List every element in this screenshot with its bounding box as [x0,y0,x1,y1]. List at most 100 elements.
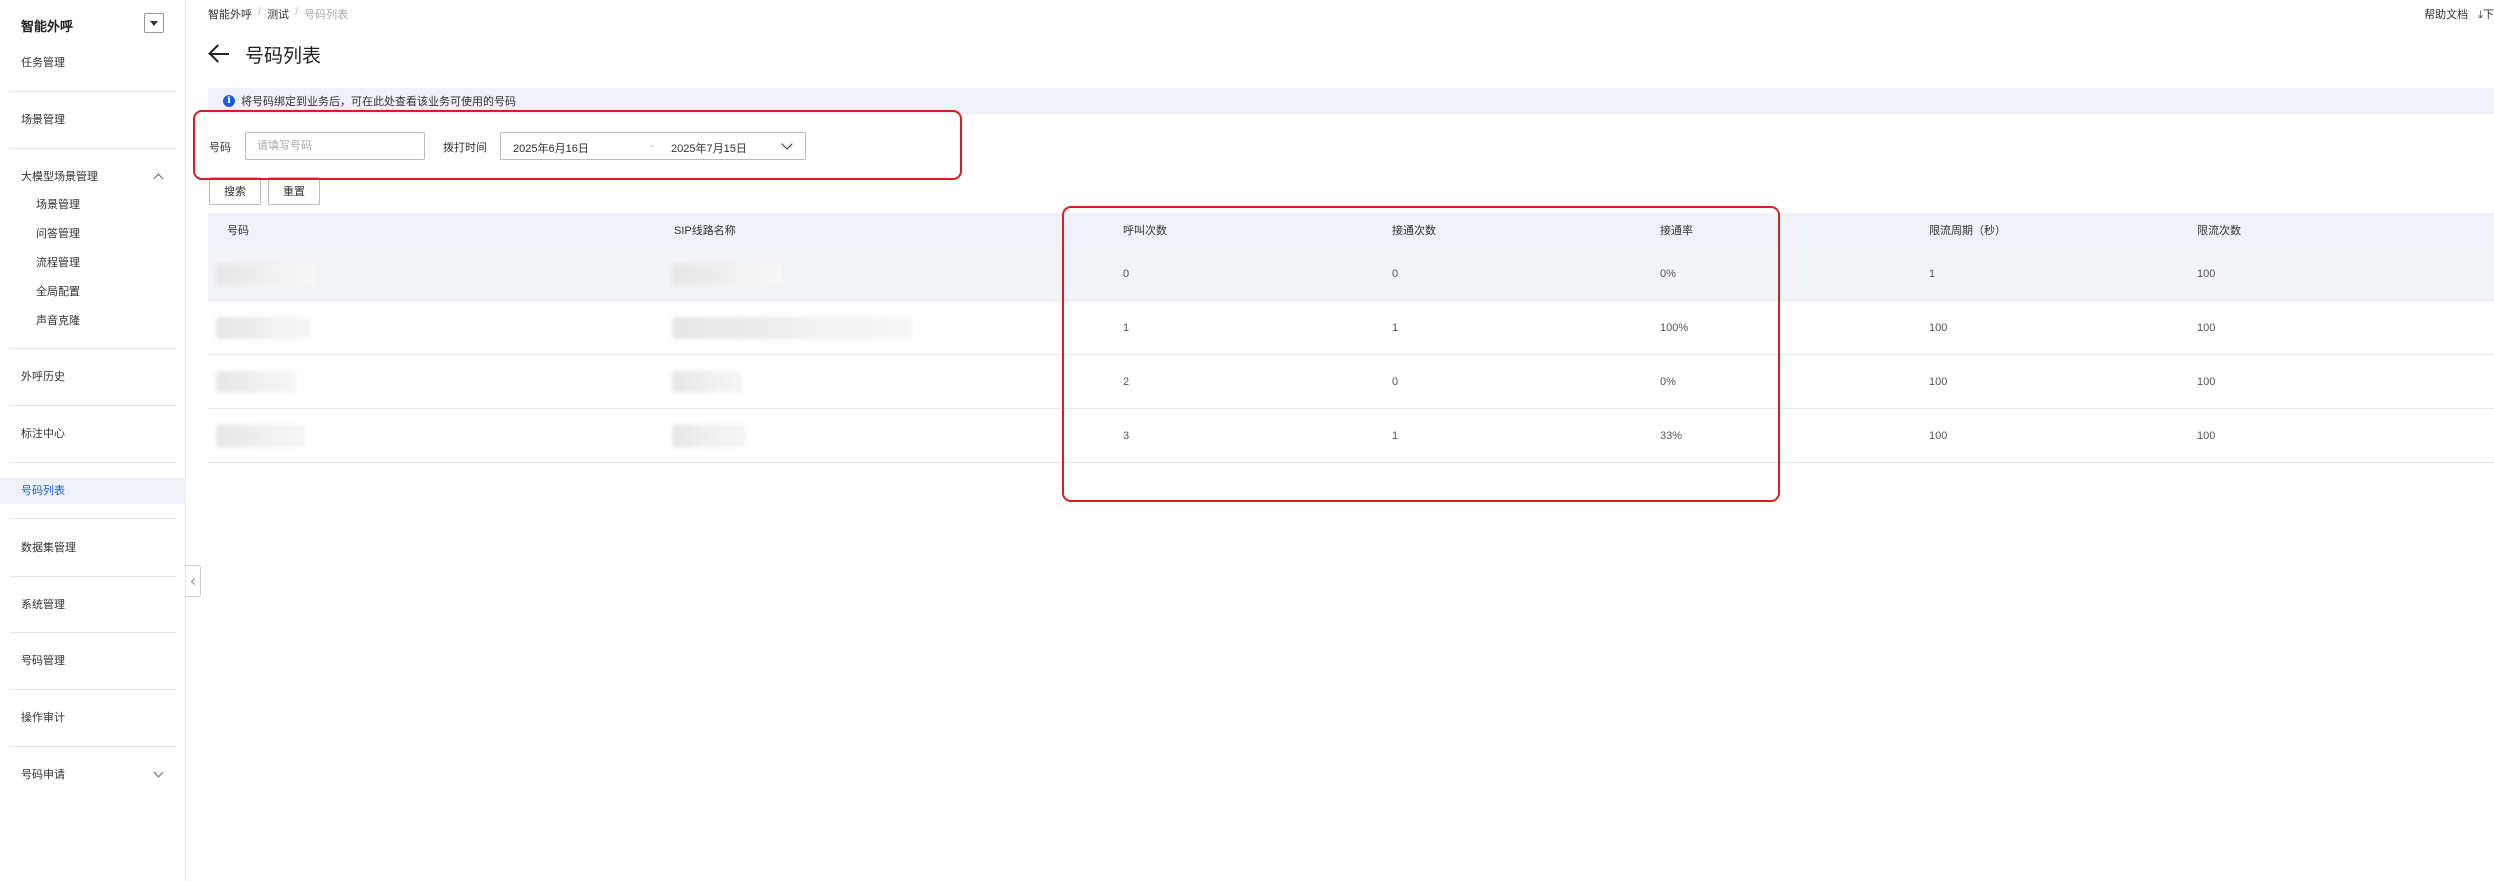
breadcrumb: 智能外呼 / 测试 / 号码列表 [208,6,348,22]
sidebar-item-task[interactable]: 任务管理 [0,52,186,74]
chevron-down-icon [781,138,793,150]
cell-rate: 33% [1660,429,1683,442]
cell-calls: 3 [1123,429,1130,442]
caret-down-icon [150,20,158,26]
cell-calls: 1 [1123,321,1130,334]
sidebar-divider [10,689,176,690]
call-time-label: 拨打时间 [443,142,487,154]
sidebar-header: 智能外呼 [0,12,186,36]
sidebar-divider [10,746,176,747]
sidebar-divider [10,348,176,349]
cell-limit: 100 [2197,375,2216,388]
cell-period: 1 [1929,267,1936,280]
cell-rate: 0% [1660,375,1676,388]
chevron-down-icon [153,767,164,778]
breadcrumb-separator: / [258,6,262,18]
table-row: 3 1 33% 100 100 [208,409,2494,463]
table-header: 号码 SIP线路名称 呼叫次数 接通次数 接通率 限流周期（秒） 限流次数 [208,213,2494,247]
sidebar-item-label-center[interactable]: 标注中心 [0,423,186,445]
breadcrumb-separator: / [295,6,299,18]
sidebar: 智能外呼 任务管理 场景管理 大模型场景管理 场景管理 问答管理 流程管理 全局… [0,0,186,881]
cell-limit: 100 [2197,429,2216,442]
cell-period: 100 [1929,321,1948,334]
sidebar-subitem-qa[interactable]: 问答管理 [0,224,186,244]
column-header-limit: 限流次数 [2197,225,2241,237]
table-row: 2 0 0% 100 100 [208,355,2494,409]
sidebar-divider [10,405,176,406]
sidebar-divider [10,576,176,577]
sidebar-subitem-voice-clone[interactable]: 声音克隆 [0,311,186,331]
sidebar-divider [10,518,176,519]
chevron-up-icon [153,173,164,184]
column-header-period: 限流周期（秒） [1929,225,2006,237]
table-row: 1 1 100% 100 100 [208,301,2494,355]
top-right-actions: 帮助文档 ⤓下 [2424,6,2494,22]
column-header-calls: 呼叫次数 [1123,225,1167,237]
number-filter-label: 号码 [209,142,231,154]
breadcrumb-item[interactable]: 智能外呼 [208,6,252,22]
sidebar-item-dataset[interactable]: 数据集管理 [0,537,186,559]
info-icon: i [223,95,235,107]
sidebar-item-llm-scene[interactable]: 大模型场景管理 [0,166,186,188]
chevron-left-icon [190,577,199,585]
number-search-input[interactable] [245,132,425,160]
date-start: 2025年6月16日 [513,143,589,155]
breadcrumb-item[interactable]: 测试 [267,6,289,22]
help-docs-link[interactable]: 帮助文档 [2424,6,2468,22]
sidebar-divider [10,462,176,463]
sidebar-item-call-history[interactable]: 外呼历史 [0,366,186,388]
sidebar-subitem-scene[interactable]: 场景管理 [0,195,186,215]
breadcrumb-current: 号码列表 [304,9,349,21]
search-button[interactable]: 搜索 [209,177,261,205]
cell-limit: 100 [2197,321,2216,334]
cell-calls: 0 [1123,267,1130,280]
sidebar-item-audit[interactable]: 操作审计 [0,707,186,729]
column-header-sip: SIP线路名称 [674,225,736,237]
sidebar-subitem-global-config[interactable]: 全局配置 [0,282,186,302]
date-end: 2025年7月15日 [671,143,747,155]
sidebar-divider [10,632,176,633]
cell-rate: 100% [1660,321,1689,334]
page-title: 号码列表 [245,45,322,67]
cell-rate: 0% [1660,267,1676,280]
sidebar-item-number-manage[interactable]: 号码管理 [0,650,186,672]
info-banner: i 将号码绑定到业务后，可在此处查看该业务可使用的号码 [208,88,2494,114]
column-header-connected: 接通次数 [1392,225,1436,237]
cell-connected: 0 [1392,267,1399,280]
cell-number-redacted [216,409,306,462]
sidebar-collapse-toggle[interactable] [186,565,201,597]
table-row: 0 0 0% 1 100 [208,247,2494,301]
sidebar-item-scene[interactable]: 场景管理 [0,109,186,131]
cell-period: 100 [1929,429,1948,442]
sidebar-subitem-flow[interactable]: 流程管理 [0,253,186,273]
cell-sip-redacted [672,301,912,354]
cell-period: 100 [1929,375,1948,388]
cell-calls: 2 [1123,375,1130,388]
cell-sip-redacted [672,355,742,408]
sidebar-item-number-list[interactable]: 号码列表 [0,480,186,502]
date-range-picker[interactable]: 2025年6月16日 - 2025年7月15日 [500,132,806,160]
date-separator: - [650,140,654,152]
cell-connected: 0 [1392,375,1399,388]
reset-button[interactable]: 重置 [268,177,320,205]
column-header-number: 号码 [227,225,249,237]
cell-limit: 100 [2197,267,2216,280]
download-label: 下 [2483,9,2494,21]
app-title: 智能外呼 [21,19,74,34]
sidebar-item-label: 号码申请 [21,769,65,781]
sidebar-divider [10,148,176,149]
download-link[interactable]: ⤓下 [2478,6,2494,22]
back-arrow-icon[interactable] [208,43,230,65]
cell-number-redacted [216,355,296,408]
sidebar-item-label: 大模型场景管理 [21,171,98,183]
sidebar-item-number-apply[interactable]: 号码申请 [0,764,186,786]
number-table: 号码 SIP线路名称 呼叫次数 接通次数 接通率 限流周期（秒） 限流次数 0 … [208,213,2494,463]
sidebar-divider [10,91,176,92]
info-banner-text: 将号码绑定到业务后，可在此处查看该业务可使用的号码 [241,96,516,108]
column-header-rate: 接通率 [1660,225,1693,237]
cell-sip-redacted [672,409,747,462]
sidebar-item-system[interactable]: 系统管理 [0,594,186,616]
cell-connected: 1 [1392,429,1399,442]
app-switcher-dropdown[interactable] [144,13,164,33]
cell-sip-redacted [672,247,782,300]
